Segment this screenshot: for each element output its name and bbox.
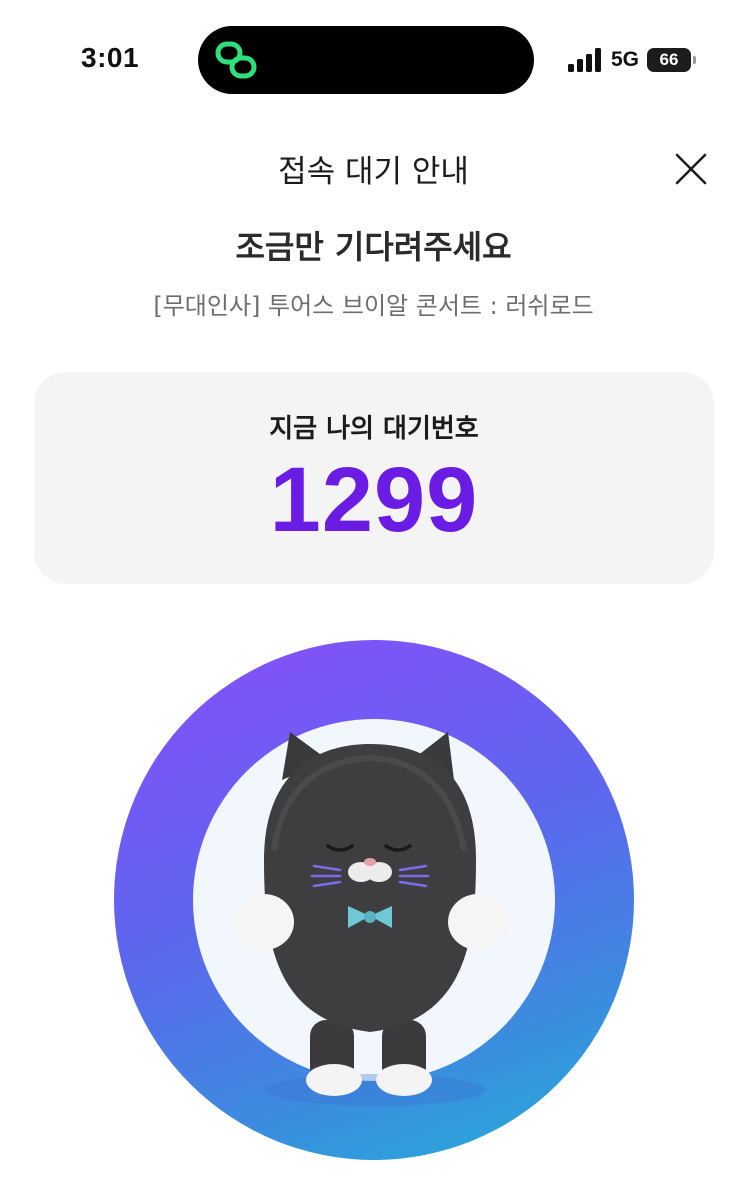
close-button[interactable] [670,148,712,190]
queue-label: 지금 나의 대기번호 [269,414,479,444]
event-name: [무대인사] 투어스 브이알 콘서트 : 러쉬로드 [153,292,594,320]
chain-link-icon [215,41,257,79]
queue-card: 지금 나의 대기번호 1299 [34,372,714,584]
page-title: 접속 대기 안내 [278,154,469,190]
character-ring [114,640,634,1160]
wait-heading: 조금만 기다려주세요 [235,228,512,266]
queue-number: 1299 [269,449,479,551]
dynamic-island [198,26,534,94]
close-icon [675,153,707,185]
page-header: 접속 대기 안내 [0,130,747,202]
status-indicators: 5G 66 [567,44,696,76]
network-type: 5G [610,48,639,71]
battery-level: 66 [659,50,679,69]
cat-character-illustration [234,732,508,1106]
cellular-signal-icon [567,48,601,72]
status-bar: 3:01 5G 66 [0,0,747,110]
battery-icon: 66 [647,48,696,72]
status-time: 3:01 [81,42,140,73]
